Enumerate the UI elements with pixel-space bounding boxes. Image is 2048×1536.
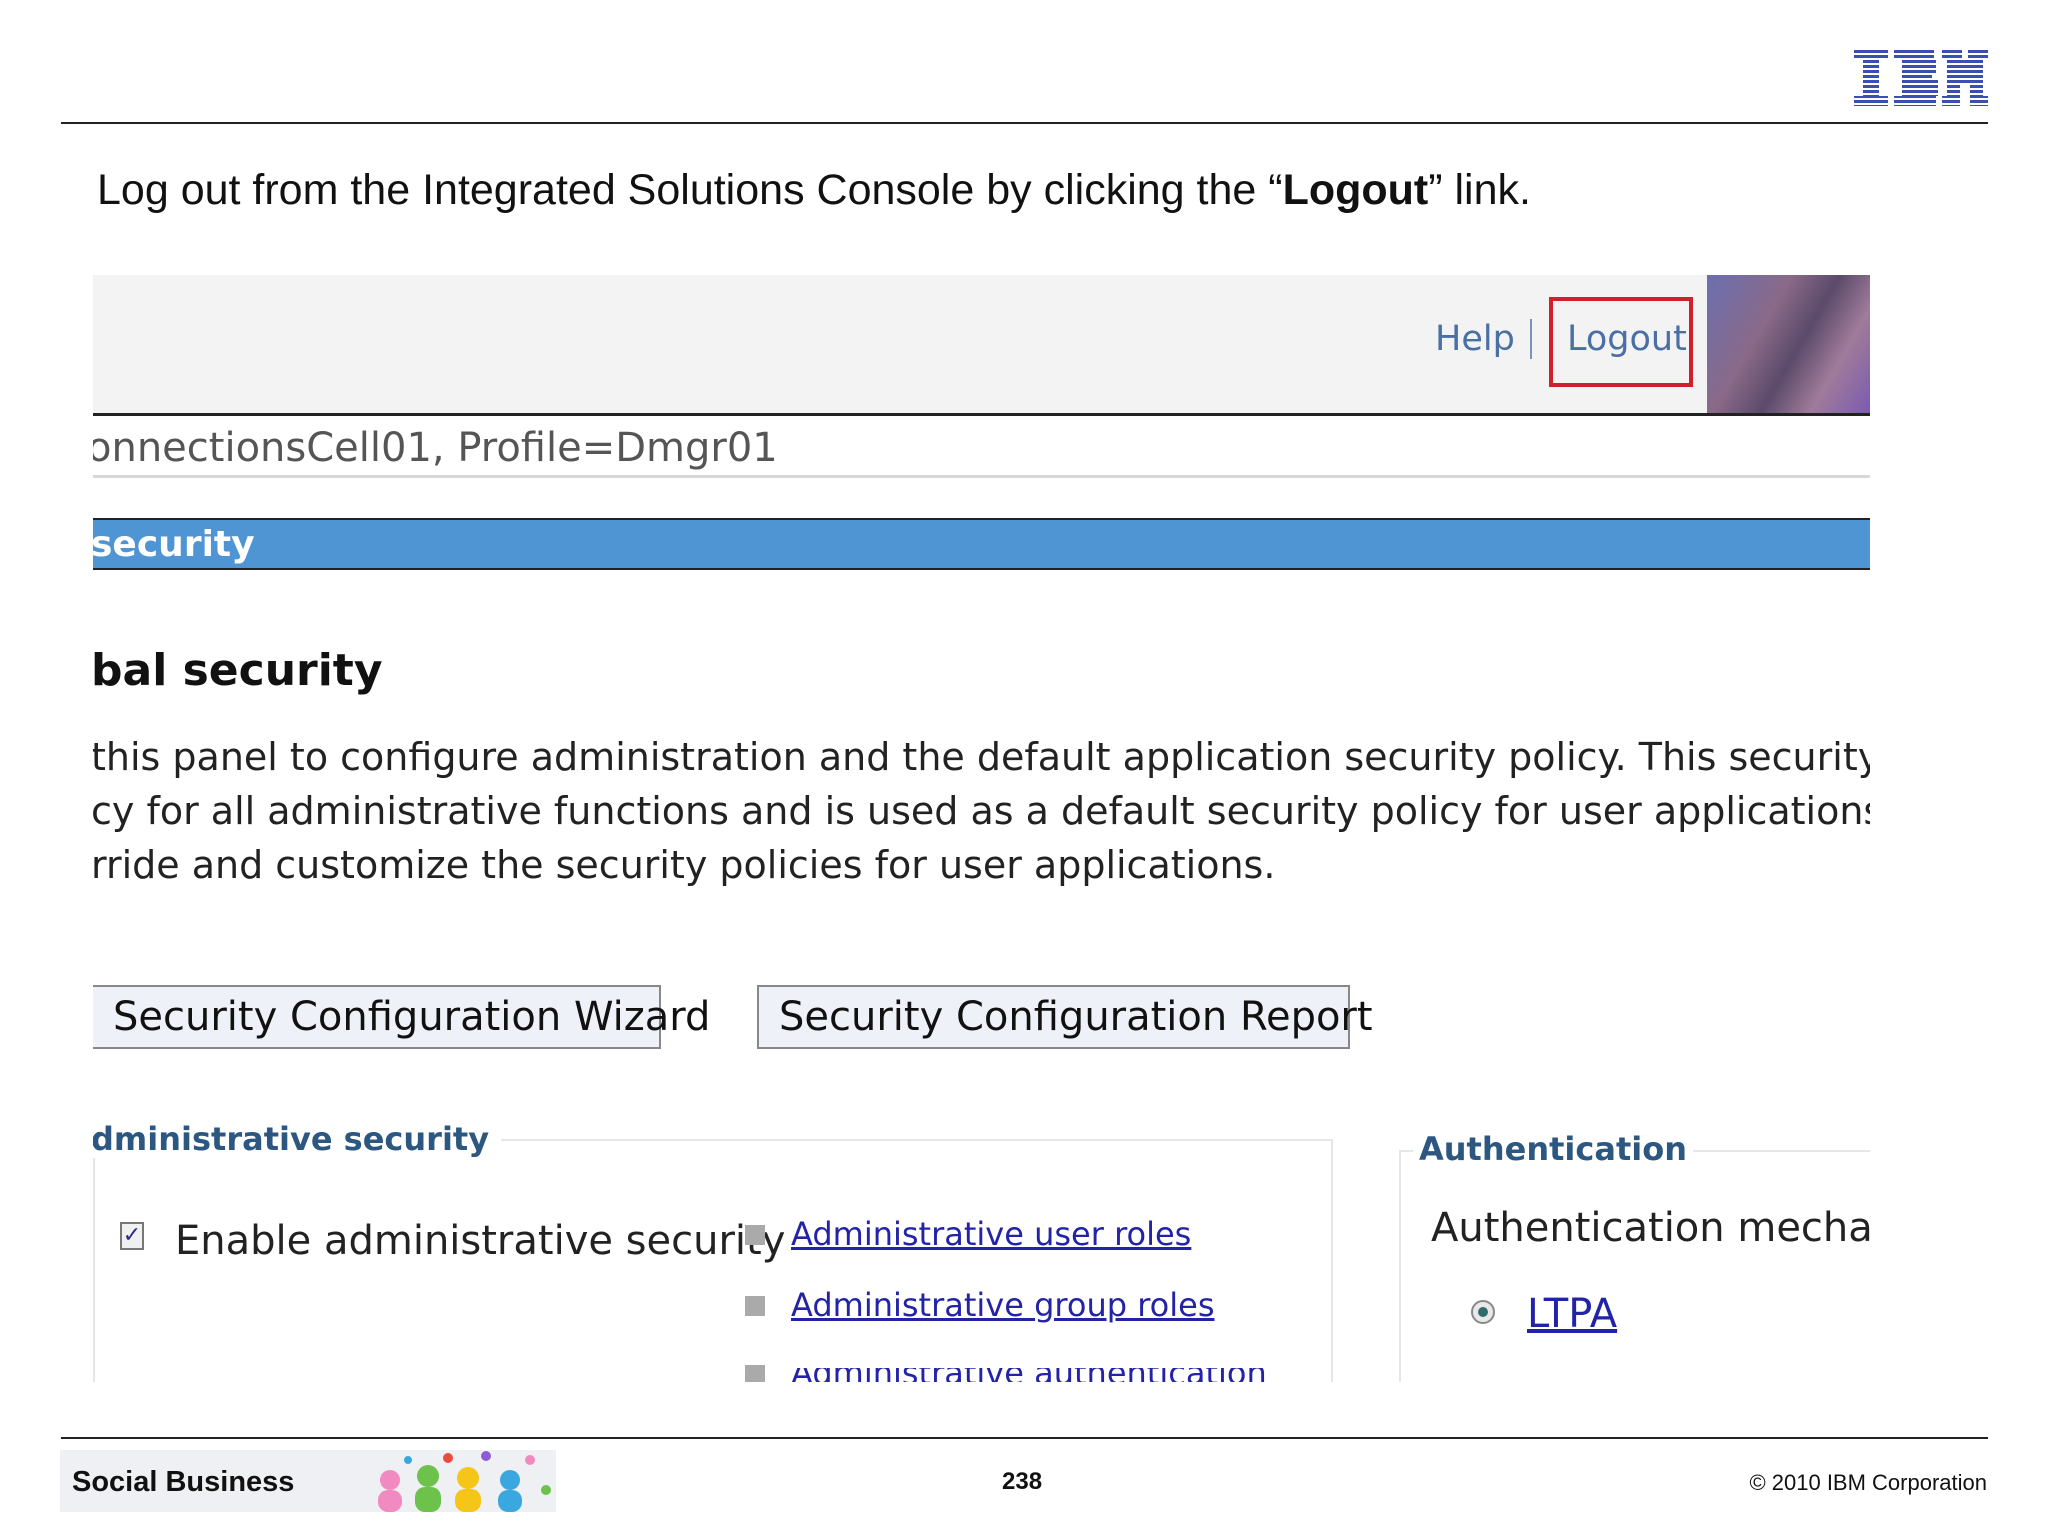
console-screenshot: Help Logout onnectionsCell01, Profile=Dm… (93, 275, 1870, 1382)
bullet-icon (745, 1296, 765, 1316)
bullet-icon (745, 1225, 765, 1245)
security-report-button[interactable]: Security Configuration Report (757, 985, 1373, 1049)
page-number: 238 (1002, 1468, 1043, 1495)
social-business-banner: Social Business (60, 1450, 556, 1512)
ibm-logo (1854, 50, 1988, 106)
copyright-text: © 2010 IBM Corporation (1749, 1470, 1987, 1495)
admin-user-roles-link[interactable]: Administrative user roles (791, 1215, 1191, 1253)
admin-security-legend: dministrative security (93, 1120, 502, 1158)
enable-admin-security-checkbox[interactable]: ✓ (120, 1222, 144, 1250)
description-line: cy for all administrative functions and … (93, 789, 1870, 833)
admin-authentication-link[interactable]: Administrative authentication (791, 1368, 1267, 1382)
footer-rule (61, 1437, 1988, 1439)
help-link[interactable]: Help (1435, 319, 1515, 359)
people-illustration-icon (378, 1451, 551, 1512)
banner-image (1707, 275, 1870, 413)
security-wizard-button[interactable]: Security Configuration Wizard (93, 985, 710, 1049)
bullet-icon (745, 1365, 765, 1382)
logout-link[interactable]: Logout (1567, 319, 1687, 359)
cell-divider (93, 475, 1870, 478)
header-rule (61, 122, 1988, 124)
link-separator (1530, 319, 1532, 359)
admin-group-roles-link[interactable]: Administrative group roles (791, 1286, 1214, 1324)
page-title-bar: security (93, 518, 1870, 570)
title-bar-label: security (93, 524, 255, 565)
page-heading: bal security (93, 645, 383, 696)
instruction-text: Log out from the Integrated Solutions Co… (97, 166, 1531, 214)
banner-rule (93, 413, 1870, 416)
ltpa-link[interactable]: LTPA (1527, 1291, 1617, 1337)
ltpa-radio[interactable] (1471, 1300, 1495, 1324)
authentication-fieldset (1399, 1150, 1870, 1382)
description-line: rride and customize the security policie… (93, 843, 1276, 887)
description-line: this panel to configure administration a… (93, 735, 1870, 779)
instruction-logout-emphasis: Logout (1282, 166, 1429, 214)
authentication-mechanism-label: Authentication mechanism (1431, 1205, 1870, 1251)
page-description: this panel to configure administration a… (93, 730, 1870, 892)
footer-brand: Social Business (72, 1466, 295, 1498)
enable-admin-security-label: Enable administrative security (175, 1218, 786, 1264)
authentication-legend: Authentication (1413, 1130, 1693, 1168)
cell-profile-text: onnectionsCell01, Profile=Dmgr01 (93, 425, 778, 471)
